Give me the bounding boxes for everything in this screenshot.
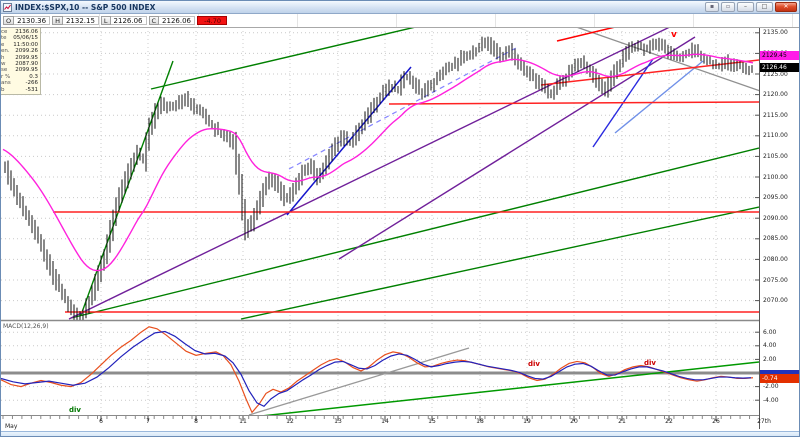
last-price-tag: 2126.46: [760, 63, 800, 72]
date-tick-label: 21: [618, 418, 626, 425]
price-axis-label: 2135.00: [763, 29, 788, 36]
macd-axis-label: -4.00: [763, 397, 779, 404]
horizontal-scrollbar[interactable]: [1, 431, 799, 437]
ma-value-tag: 2129.45: [760, 51, 800, 60]
moving-average-line: [3, 54, 753, 270]
net-change-badge: -4.70: [197, 16, 227, 25]
window-controls: ▪ ▫ – □ ✕: [705, 2, 797, 12]
date-tick-label: 18: [476, 418, 484, 425]
quote-field-label: O: [3, 16, 14, 25]
macd-axis-label: 2.00: [763, 356, 776, 363]
window-title: INDEX:$SPX,10 -- S&P 500 INDEX: [15, 3, 155, 12]
chart-canvas: v div div div: [1, 1, 800, 437]
aux-button-1[interactable]: ▪: [705, 2, 719, 12]
annotation-div: div: [528, 360, 540, 368]
signal-line: [1, 332, 751, 407]
quote-field-label: C: [149, 16, 160, 25]
month-label: May: [5, 423, 17, 430]
chart-window: INDEX:$SPX,10 -- S&P 500 INDEX ▪ ▫ – □ ✕…: [0, 0, 800, 437]
macd-axis-label: 4.00: [763, 342, 776, 349]
price-axis-label: 2075.00: [763, 277, 788, 284]
date-tick-label: 19: [523, 418, 531, 425]
indicator-label: MACD(12,26,9): [3, 323, 49, 330]
quote-field-o: O2130.36: [3, 16, 50, 25]
price-axis-label: 2105.00: [763, 153, 788, 160]
minimize-button[interactable]: –: [737, 2, 754, 12]
app-icon: [3, 3, 12, 12]
price-axis-label: 2095.00: [763, 194, 788, 201]
main-panel: [3, 3, 766, 321]
price-axis-label: 2080.00: [763, 256, 788, 263]
price-axis-label: 2070.00: [763, 297, 788, 304]
macd-panel: [1, 327, 759, 418]
date-tick-label: 7: [146, 418, 150, 425]
macd-axis-label: 6.00: [763, 329, 776, 336]
quote-field-h: H2132.15: [52, 16, 99, 25]
date-tick-label: 6: [99, 418, 103, 425]
aux-button-2[interactable]: ▫: [721, 2, 735, 12]
date-tick-label: 26: [712, 418, 720, 425]
maximize-button[interactable]: □: [756, 2, 773, 12]
price-axis-label: 2090.00: [763, 215, 788, 222]
quote-field-value: 2130.36: [14, 16, 50, 25]
date-tick-label: 14: [381, 418, 389, 425]
quote-field-value: 2126.06: [159, 16, 195, 25]
macd-value-tag: -0.74: [760, 374, 800, 383]
quote-field-label: H: [52, 16, 63, 25]
data-window-row: b-531: [1, 87, 38, 93]
annotation-div: div: [644, 359, 656, 367]
date-tick-label: 20: [570, 418, 578, 425]
quote-field-label: L: [101, 16, 111, 25]
quote-field-value: 2126.06: [111, 16, 147, 25]
macd-line: [1, 327, 753, 413]
date-tick-label: 13: [334, 418, 342, 425]
macd-axis-label: -2.00: [763, 383, 779, 390]
quote-field-value: 2132.15: [63, 16, 99, 25]
quote-field-l: L2126.06: [101, 16, 147, 25]
price-axis-label: 2110.00: [763, 132, 788, 139]
date-tick-label: 8: [194, 418, 198, 425]
date-tick-label: 22: [665, 418, 673, 425]
price-axis-label: 2115.00: [763, 112, 788, 119]
date-tick-label: 11: [239, 418, 247, 425]
date-tick-label: 27th: [757, 418, 771, 425]
close-button[interactable]: ✕: [775, 2, 797, 12]
annotation-v: v: [671, 30, 677, 40]
price-axis-label: 2100.00: [763, 174, 788, 181]
data-window-panel: ce2136.06te05/06/15e11:50:00en.2099.26h2…: [1, 28, 41, 95]
quote-toolbar: O2130.36H2132.15L2126.06C2126.06-4.70: [1, 14, 799, 28]
titlebar: INDEX:$SPX,10 -- S&P 500 INDEX ▪ ▫ – □ ✕: [1, 1, 799, 14]
quote-field-c: C2126.06: [149, 16, 196, 25]
date-tick-label: 12: [286, 418, 294, 425]
price-axis-label: 2085.00: [763, 235, 788, 242]
annotation-div: div: [69, 406, 81, 414]
price-axis-label: 2120.00: [763, 91, 788, 98]
date-tick-label: 15: [428, 418, 436, 425]
